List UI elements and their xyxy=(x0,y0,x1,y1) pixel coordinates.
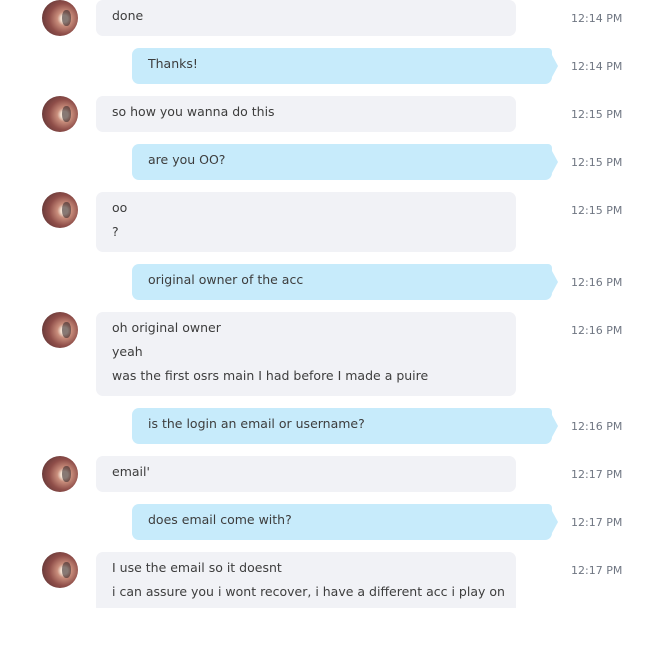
outgoing-message-bubble[interactable]: does email come with? xyxy=(132,504,558,540)
incoming-message-bubble[interactable]: so how you wanna do this xyxy=(96,96,516,132)
message-text: so how you wanna do this xyxy=(112,104,275,119)
message-timestamp: 12:14 PM xyxy=(571,12,623,25)
outgoing-message-bubble[interactable]: Thanks! xyxy=(132,48,558,84)
contact-avatar[interactable] xyxy=(42,192,78,228)
outgoing-message-bubble[interactable]: is the login an email or username? xyxy=(132,408,558,444)
message-text: ? xyxy=(112,224,119,239)
incoming-message-bubble[interactable]: oh original owner yeah was the first osr… xyxy=(96,312,516,396)
contact-avatar[interactable] xyxy=(42,552,78,588)
message-text: are you OO? xyxy=(148,152,226,167)
message-timestamp: 12:15 PM xyxy=(571,108,623,121)
outgoing-message-bubble[interactable]: original owner of the acc xyxy=(132,264,558,300)
message-text: email' xyxy=(112,464,150,479)
message-timestamp: 12:15 PM xyxy=(571,156,623,169)
message-text: oh original owner xyxy=(112,320,221,335)
message-text: original owner of the acc xyxy=(148,272,304,287)
contact-avatar[interactable] xyxy=(42,456,78,492)
chat-conversation: done 12:14 PM Thanks! 12:14 PM so how yo… xyxy=(0,0,668,649)
message-text: done xyxy=(112,8,144,23)
message-timestamp: 12:14 PM xyxy=(571,60,623,73)
message-text: I use the email so it doesnt xyxy=(112,560,282,575)
incoming-message-bubble[interactable]: email' xyxy=(96,456,516,492)
message-timestamp: 12:16 PM xyxy=(571,324,623,337)
message-timestamp: 12:17 PM xyxy=(571,468,623,481)
incoming-message-bubble[interactable]: oo ? xyxy=(96,192,516,252)
contact-avatar[interactable] xyxy=(42,312,78,348)
message-text: yeah xyxy=(112,344,143,359)
message-timestamp: 12:15 PM xyxy=(571,204,623,217)
message-text: does email come with? xyxy=(148,512,292,527)
message-text: Thanks! xyxy=(148,56,198,71)
outgoing-message-bubble[interactable]: are you OO? xyxy=(132,144,558,180)
contact-avatar[interactable] xyxy=(42,0,78,36)
message-text: was the first osrs main I had before I m… xyxy=(112,368,429,383)
message-timestamp: 12:16 PM xyxy=(571,276,623,289)
message-timestamp: 12:17 PM xyxy=(571,564,623,577)
message-text: i can assure you i wont recover, i have … xyxy=(112,584,505,599)
message-timestamp: 12:17 PM xyxy=(571,516,623,529)
incoming-message-bubble[interactable]: I use the email so it doesnt i can assur… xyxy=(96,552,516,608)
contact-avatar[interactable] xyxy=(42,96,78,132)
message-timestamp: 12:16 PM xyxy=(571,420,623,433)
incoming-message-bubble[interactable]: done xyxy=(96,0,516,36)
message-text: is the login an email or username? xyxy=(148,416,365,431)
message-text: oo xyxy=(112,200,128,215)
